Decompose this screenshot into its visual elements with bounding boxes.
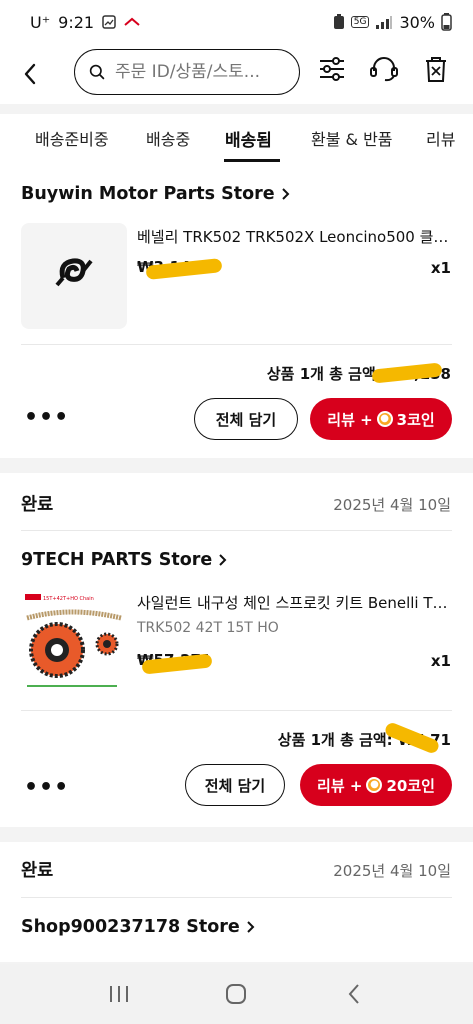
chevron-left-icon (24, 63, 36, 85)
review-label: 리뷰 + (317, 776, 363, 795)
order-card: 완료 2025년 4월 10일 Shop900237178 Store (0, 842, 473, 962)
order-status: 완료 (21, 495, 54, 515)
add-all-to-cart-button[interactable]: 전체 담기 (194, 398, 298, 440)
tab-shipping[interactable]: 배송중 (146, 126, 190, 150)
back-arrow-icon (348, 984, 359, 1004)
store-name: 9TECH PARTS Store (21, 550, 213, 570)
thumb-caption: 15T+42T+HO Chain (43, 596, 94, 602)
store-link[interactable]: Shop900237178 Store (21, 917, 255, 937)
top-header (0, 44, 473, 104)
carrier-label: U⁺ (30, 12, 51, 32)
store-link[interactable]: Buywin Motor Parts Store (21, 184, 290, 204)
trash-icon (426, 57, 446, 82)
write-review-button[interactable]: 리뷰 + ● 3코인 (310, 398, 452, 440)
recent-apps-button[interactable] (99, 974, 139, 1014)
order-date: 2025년 4월 10일 (333, 496, 451, 514)
search-box[interactable] (74, 49, 300, 95)
chevron-right-icon (247, 921, 255, 933)
chain-sprocket-kit-image: 15T+42T+HO Chain (25, 594, 122, 687)
product-thumbnail[interactable]: 15T+42T+HO Chain (21, 588, 127, 694)
recent-apps-icon (109, 986, 128, 1002)
review-coin-reward: 3코인 (396, 410, 435, 429)
order-card: Buywin Motor Parts Store 베넬리 TRK502 TRK5… (0, 166, 473, 458)
search-input[interactable] (115, 62, 285, 82)
spring-part-image (55, 258, 93, 287)
back-button[interactable] (0, 44, 60, 104)
divider (21, 344, 452, 345)
divider (21, 710, 452, 711)
product-title[interactable]: 베넬리 TRK502 TRK502X Leoncino500 클러... (137, 226, 451, 247)
signal-strength-icon (375, 15, 393, 29)
tab-refund-return[interactable]: 환불 & 반품 (311, 126, 393, 150)
order-status-tabs: 중 배송준비중 배송중 배송됨 환불 & 반품 리뷰 (0, 114, 473, 166)
filter-sliders-icon (320, 57, 344, 81)
tab-review[interactable]: 리뷰 (426, 126, 455, 150)
quantity: x1 (430, 259, 451, 277)
chevron-right-icon (219, 554, 227, 566)
add-all-to-cart-button[interactable]: 전체 담기 (185, 764, 285, 806)
divider (21, 530, 452, 531)
tab-delivered[interactable]: 배송됨 (225, 126, 272, 151)
home-icon (226, 984, 247, 1004)
quantity: x1 (430, 652, 451, 670)
network-type-badge: 5G (350, 16, 370, 28)
gallery-notification-icon (102, 15, 116, 29)
coin-icon: ● (376, 411, 393, 427)
tab-preparing[interactable]: 배송준비중 (35, 126, 109, 150)
order-card: 완료 2025년 4월 10일 9TECH PARTS Store 15T+42… (0, 473, 473, 827)
divider (21, 897, 452, 898)
review-coin-reward: 20코인 (386, 776, 435, 795)
store-link[interactable]: 9TECH PARTS Store (21, 550, 227, 570)
system-navigation-bar (0, 964, 473, 1024)
home-button[interactable] (216, 974, 256, 1014)
more-options-button[interactable]: ••• (24, 405, 69, 430)
more-options-button[interactable]: ••• (24, 775, 69, 800)
order-date: 2025년 4월 10일 (333, 862, 451, 880)
status-bar: U⁺ 9:21 5G 30% (0, 0, 473, 44)
filter-button[interactable] (317, 54, 347, 84)
battery-saver-icon (333, 14, 345, 30)
write-review-button[interactable]: 리뷰 + ● 20코인 (300, 764, 452, 806)
delete-button[interactable] (421, 54, 451, 84)
coin-icon: ● (366, 777, 383, 793)
product-title[interactable]: 사일런트 내구성 체인 스프로킷 키트 Benelli TRK... (137, 592, 451, 613)
chevron-right-icon (281, 188, 290, 200)
store-name: Shop900237178 Store (21, 917, 240, 937)
order-status: 완료 (21, 861, 54, 881)
battery-icon (441, 13, 452, 31)
active-tab-indicator (224, 159, 280, 162)
search-icon (89, 64, 105, 80)
system-back-button[interactable] (334, 974, 374, 1014)
tab-previous[interactable]: 중 (0, 126, 1, 150)
app-notification-icon (124, 17, 140, 27)
battery-percentage: 30% (399, 12, 435, 32)
store-name: Buywin Motor Parts Store (21, 184, 275, 204)
review-label: 리뷰 + (327, 410, 373, 429)
customer-service-button[interactable] (369, 54, 399, 84)
headset-icon (370, 57, 398, 82)
product-option: TRK502 42T 15T HO (137, 620, 279, 636)
clock: 9:21 (58, 12, 95, 32)
product-thumbnail[interactable] (21, 223, 127, 329)
